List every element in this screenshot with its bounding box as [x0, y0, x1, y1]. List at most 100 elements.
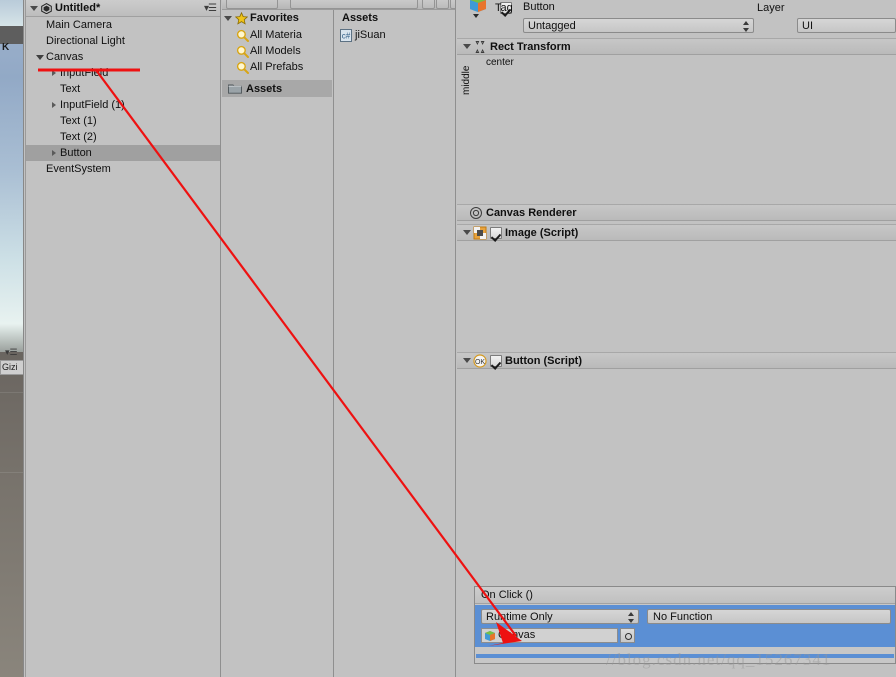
search-icon [236, 61, 249, 74]
favorites-list[interactable]: All Materia All Models All Prefabs [222, 27, 332, 75]
unity-logo-icon [41, 2, 52, 14]
image-script-enabled-checkbox[interactable] [490, 226, 502, 239]
hierarchy-item[interactable]: InputField (1) [26, 97, 220, 113]
chevron-right-icon[interactable] [51, 102, 56, 108]
project-filter-button[interactable] [422, 0, 435, 9]
tag-value: Untagged [528, 20, 576, 32]
gameobject-cube-icon [484, 630, 496, 642]
hierarchy-item[interactable]: Text (1) [26, 113, 220, 129]
favorites-item[interactable]: All Models [222, 43, 332, 59]
on-click-object-field[interactable]: Canvas [481, 628, 618, 643]
assets-item-list[interactable]: c# jiSuan [334, 27, 455, 43]
tag-dropdown[interactable]: Untagged [523, 18, 754, 33]
svg-text:OK: OK [475, 359, 485, 366]
on-click-title: On Click () [475, 587, 895, 604]
hierarchy-item-label: Directional Light [46, 35, 125, 47]
asset-list-item-label: jiSuan [355, 29, 386, 41]
hierarchy-item-foldout[interactable] [48, 70, 59, 76]
project-search-field[interactable] [290, 0, 418, 9]
button-script-foldout-icon[interactable] [463, 358, 471, 363]
image-script-foldout-icon[interactable] [463, 230, 471, 235]
favorites-item-label: All Models [250, 45, 301, 57]
folder-icon [228, 83, 242, 94]
hierarchy-item[interactable]: Text [26, 81, 220, 97]
csharp-script-icon: c# [340, 28, 352, 42]
canvas-renderer-title: Canvas Renderer [486, 206, 577, 219]
hierarchy-item[interactable]: Main Camera [26, 17, 220, 33]
scene-view-panel[interactable]: K ▾☰ Gizi [0, 0, 24, 677]
hierarchy-item[interactable]: Directional Light [26, 33, 220, 49]
favorites-foldout-icon[interactable] [224, 16, 232, 21]
gameobject-name-field[interactable]: Button [523, 1, 555, 13]
chevron-updown-icon [743, 21, 749, 32]
asset-list-item[interactable]: c# jiSuan [334, 27, 455, 43]
button-script-enabled-checkbox[interactable] [490, 354, 502, 367]
chevron-right-icon[interactable] [51, 70, 56, 76]
hierarchy-item[interactable]: InputField [26, 65, 220, 81]
project-toolbar[interactable] [222, 0, 455, 10]
on-click-object-value: Canvas [498, 629, 536, 641]
unity-editor-window: K ▾☰ Gizi Untitled* ▾☰ Main Camera Direct… [0, 0, 896, 677]
hierarchy-item[interactable]: Button [26, 145, 220, 161]
scene-panel-menu-icon[interactable]: ▾☰ [5, 347, 18, 358]
project-tree-column: Favorites All Materia All Models All Prefa… [222, 10, 332, 677]
tag-label: Tag [495, 2, 513, 14]
hierarchy-item-label: Main Camera [46, 19, 113, 31]
hierarchy-item-label: Text (1) [60, 115, 97, 127]
hierarchy-tree[interactable]: Main Camera Directional Light Canvas InputF… [26, 17, 220, 177]
component-header-image-script[interactable]: Image (Script) [457, 224, 896, 241]
hierarchy-menu-icon[interactable]: ▾☰ [204, 3, 217, 14]
hierarchy-item-foldout[interactable] [48, 102, 59, 108]
hierarchy-item[interactable]: Canvas [26, 49, 220, 65]
image-component-icon [473, 226, 487, 240]
project-panel: Favorites All Materia All Models All Prefa… [222, 0, 456, 677]
favorites-header[interactable]: Favorites [222, 10, 332, 27]
svg-text:c#: c# [342, 31, 351, 40]
on-click-mode-dropdown[interactable]: Runtime Only [481, 609, 639, 624]
scene-foldout-icon[interactable] [30, 5, 38, 11]
favorites-item-label: All Materia [250, 29, 302, 41]
component-header-canvas-renderer[interactable]: Canvas Renderer [457, 204, 896, 221]
anchor-preset-horizontal-label: center [486, 57, 514, 68]
project-more-button[interactable] [450, 0, 455, 9]
button-ok-icon: OK [473, 353, 487, 368]
scene-corner-label: K [2, 42, 10, 53]
favorites-item[interactable]: All Materia [222, 27, 332, 43]
canvas-renderer-icon [469, 206, 483, 220]
search-icon [236, 29, 249, 42]
scene-ground [0, 352, 24, 677]
hierarchy-item[interactable]: EventSystem [26, 161, 220, 177]
hierarchy-item-label: InputField [60, 67, 109, 79]
hierarchy-item[interactable]: Text (2) [26, 129, 220, 145]
project-tab-chunk[interactable] [226, 0, 278, 9]
anchor-preset-vertical-label: middle [461, 65, 472, 95]
button-script-title: Button (Script) [505, 354, 582, 367]
hierarchy-header[interactable]: Untitled* ▾☰ [26, 0, 220, 17]
chevron-down-icon[interactable] [35, 54, 44, 60]
hierarchy-item-label: Button [60, 147, 92, 159]
component-header-rect-transform[interactable]: Rect Transform [457, 38, 896, 55]
component-header-button-script[interactable]: OK Button (Script) [457, 352, 896, 369]
on-click-entry-row[interactable]: Runtime Only No Function Canvas [475, 605, 895, 647]
scene-panel-edge [23, 0, 24, 677]
project-folder-assets[interactable]: Assets [222, 80, 332, 97]
project-label-filter-button[interactable] [436, 0, 449, 9]
hierarchy-item-label: Text (2) [60, 131, 97, 143]
gizmos-button[interactable]: Gizi [0, 360, 24, 375]
watermark-text: //blog.csdn.net/qq_15267341 [606, 650, 832, 669]
hierarchy-item-label: Canvas [46, 51, 84, 63]
hierarchy-item-foldout[interactable] [48, 150, 59, 156]
layer-dropdown[interactable]: UI [797, 18, 896, 33]
chevron-right-icon[interactable] [51, 150, 56, 156]
on-click-function-dropdown[interactable]: No Function [647, 609, 891, 624]
rect-transform-foldout-icon[interactable] [463, 44, 471, 49]
rect-transform-icon [473, 40, 487, 54]
rect-transform-title: Rect Transform [490, 40, 571, 53]
assets-breadcrumb: Assets [342, 12, 379, 24]
favorites-item[interactable]: All Prefabs [222, 59, 332, 75]
on-click-mode-value: Runtime Only [486, 611, 553, 623]
image-script-title: Image (Script) [505, 226, 579, 239]
object-picker-icon[interactable] [620, 628, 635, 643]
hierarchy-item-foldout[interactable] [34, 54, 45, 60]
project-folder-assets-label: Assets [246, 82, 283, 95]
